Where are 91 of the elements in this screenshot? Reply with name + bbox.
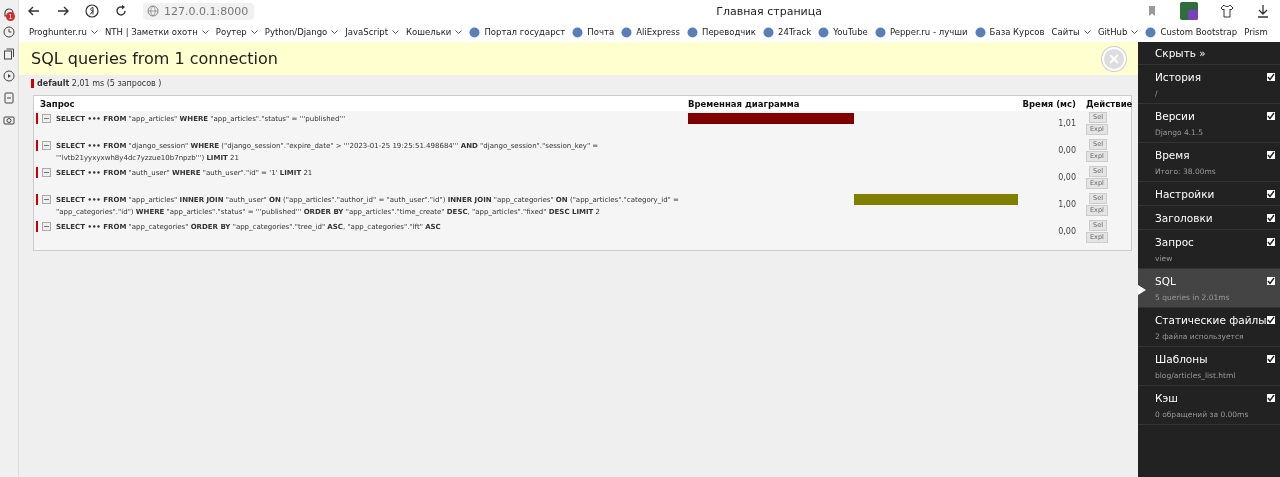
checkbox[interactable] [1267, 73, 1275, 81]
connection-summary: default 2,01 ms (5 запросов ) [31, 79, 162, 88]
download-icon[interactable] [1256, 4, 1270, 18]
close-icon [1107, 51, 1121, 66]
panel-title: SQL queries from 1 connection [31, 49, 278, 68]
site-info-icon[interactable] [147, 5, 159, 17]
favicon-icon [974, 26, 986, 38]
checkbox[interactable] [1267, 112, 1275, 120]
favicon-icon [1145, 26, 1157, 38]
column-header: Временная диаграмма [688, 98, 801, 109]
bookmark-link[interactable]: База Курсов [974, 26, 1045, 38]
note-icon[interactable] [3, 92, 15, 104]
bookmark-link[interactable]: Переводчик [687, 26, 756, 38]
bookmark-folder[interactable]: Кошельки [406, 27, 463, 37]
panel-title: Версии [1155, 110, 1195, 122]
favicon-icon [572, 26, 584, 38]
expand-button[interactable] [42, 114, 51, 123]
pages-icon[interactable] [3, 48, 15, 60]
checkbox[interactable] [1267, 214, 1275, 222]
bookmark-folder[interactable]: Роутер [215, 27, 258, 37]
panel-title: Шаблоны [1155, 353, 1208, 365]
chevron-down-icon [455, 29, 463, 35]
panel-title: История [1155, 71, 1201, 83]
browser-logo-icon[interactable] [85, 4, 99, 18]
bookmark-link[interactable]: YouTube [818, 26, 868, 38]
favicon-icon [469, 26, 481, 38]
expand-button[interactable] [42, 141, 51, 150]
toolbar-panel-item[interactable]: Заголовки [1138, 206, 1280, 230]
reload-icon[interactable] [114, 4, 128, 18]
hide-toolbar-link[interactable]: Скрыть » [1138, 42, 1280, 65]
expand-button[interactable] [42, 168, 51, 177]
expand-button[interactable] [42, 222, 51, 231]
favicon-icon [874, 26, 886, 38]
chevron-down-icon [90, 29, 98, 35]
chevron-down-icon [250, 29, 258, 35]
bookmark-folder[interactable]: JavaScript [345, 27, 399, 37]
column-header: Время (мс) [1021, 98, 1076, 109]
panel-title: Статические файлы [1155, 314, 1267, 326]
chevron-down-icon [201, 29, 209, 35]
bookmark-link[interactable]: Pepper.ru - лучши [874, 26, 968, 38]
favicon-icon [818, 26, 830, 38]
forward-icon[interactable] [56, 4, 70, 18]
back-icon[interactable] [27, 4, 41, 18]
query-time: 0,00 [1058, 172, 1076, 182]
panel-title: Запрос [1155, 236, 1194, 248]
checkbox[interactable] [1267, 190, 1275, 198]
bookmark-folder[interactable]: Python/Django [264, 27, 339, 37]
play-icon[interactable] [3, 70, 15, 82]
checkbox[interactable] [1267, 394, 1275, 402]
page-title: Главная страница [715, 4, 823, 18]
shirt-icon[interactable] [1220, 4, 1234, 18]
panel-title: Кэш [1155, 392, 1178, 404]
checkbox[interactable] [1267, 238, 1275, 246]
panel-title: Заголовки [1155, 212, 1213, 224]
expand-button[interactable] [42, 195, 51, 204]
chevron-down-icon [1131, 29, 1139, 35]
pointer-triangle-icon [1138, 285, 1146, 295]
bookmark-link[interactable]: Custom Bootstrap [1145, 26, 1238, 38]
clock-icon[interactable] [3, 26, 15, 38]
query-time: 0,00 [1058, 145, 1076, 155]
column-header: Запрос [39, 98, 76, 109]
bookmark-link[interactable]: 24Track [763, 26, 812, 38]
chevron-down-icon [331, 29, 339, 35]
chevron-down-icon [391, 29, 399, 35]
favicon-icon [621, 26, 633, 38]
checkbox[interactable] [1267, 277, 1275, 285]
query-time: 1,01 [1058, 118, 1076, 128]
toolbar-panel-item[interactable]: Настройки [1138, 182, 1280, 206]
panel-title: Настройки [1155, 188, 1215, 200]
favicon-icon [763, 26, 775, 38]
bookmark-folder[interactable]: NTH | Заметки охотн [105, 27, 209, 37]
bookmark-link[interactable]: Портал государст [469, 26, 566, 38]
panel-title: Время [1155, 149, 1190, 161]
query-time: 1,00 [1058, 199, 1076, 209]
checkbox[interactable] [1267, 316, 1275, 324]
bookmark-link[interactable]: Почта [572, 26, 615, 38]
query-time: 0,00 [1058, 226, 1076, 236]
checkbox[interactable] [1267, 151, 1275, 159]
bookmark-folder[interactable]: Proghunter.ru [29, 27, 98, 37]
column-header: Действие [1085, 98, 1131, 109]
checkbox[interactable] [1267, 355, 1275, 363]
bookmark-link[interactable]: Prism [1244, 27, 1268, 37]
camera-icon[interactable] [3, 114, 15, 126]
chevron-down-icon [1083, 29, 1091, 35]
panel-title: SQL [1155, 275, 1176, 287]
bookmark-folder[interactable]: Сайты [1051, 27, 1091, 37]
favicon-icon [687, 26, 698, 38]
bookmark-link[interactable]: AliExpress [621, 26, 680, 38]
bookmark-icon[interactable] [1146, 5, 1158, 17]
bookmark-folder[interactable]: GitHub [1097, 27, 1139, 37]
address-bar[interactable]: 127.0.0.1:8000 [143, 2, 255, 20]
